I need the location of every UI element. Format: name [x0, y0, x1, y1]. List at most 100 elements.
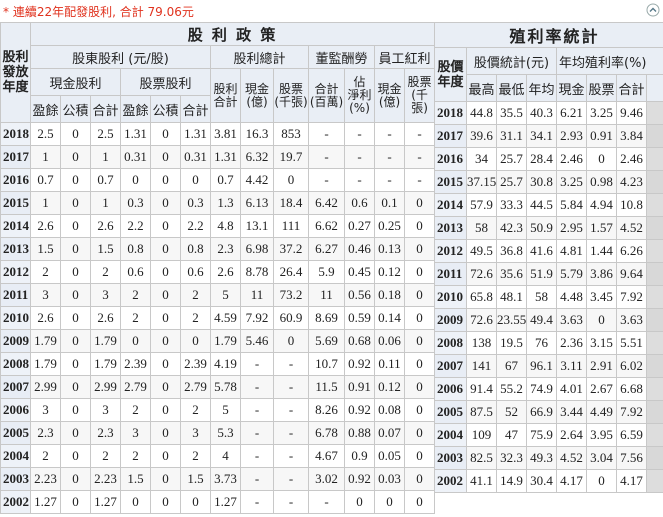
- table-row: 2017 39.6 31.1 34.1 2.93 0.91 3.84: [434, 124, 663, 148]
- table-cell: 16.3: [240, 122, 274, 146]
- table-row: 2010 2.6 0 2.6 2 0 2 4.59 7.92 60.9 8.69 0.59 0.14 0: [0, 306, 436, 330]
- table-row: 2016 0.7 0 0.7 0 0 0 0.7 4.42 0- - - -: [0, 168, 436, 192]
- table-cell: 2: [30, 444, 61, 468]
- table-cell: 7.92: [616, 400, 647, 424]
- table-cell: 3.25: [556, 170, 587, 194]
- row-year: 2006: [0, 398, 31, 422]
- table-cell: 0: [150, 260, 181, 284]
- table-cell: 4.67: [308, 444, 345, 468]
- row-year: 2005: [434, 400, 467, 424]
- table-cell: [645, 239, 663, 263]
- table-cell: 3.81: [210, 122, 241, 146]
- group-employee-bonus: 員工紅利: [373, 45, 436, 69]
- table-cell: 0: [60, 329, 91, 353]
- table-cell: 6.32: [240, 145, 274, 169]
- row-year: 2007: [0, 375, 31, 399]
- table-cell: 2.6: [210, 260, 241, 284]
- sub-cash-dividend: 現金股利: [30, 68, 121, 96]
- table-cell: 0: [60, 214, 91, 238]
- table-cell: 11.5: [308, 375, 345, 399]
- table-cell: 1: [90, 145, 121, 169]
- row-year: 2003: [0, 467, 31, 491]
- table-row: 2004 109 47 75.9 2.64 3.95 6.59: [434, 423, 663, 447]
- table-cell: 3.63: [556, 308, 587, 332]
- col-yield-cash: 現金: [556, 74, 587, 102]
- col-cash-total: 合計: [90, 95, 121, 123]
- table-cell: 4.23: [616, 170, 647, 194]
- table-cell: 0: [403, 283, 436, 307]
- table-cell: 2: [180, 283, 211, 307]
- table-cell: 0.59: [344, 306, 375, 330]
- table-cell: 2.6: [30, 214, 61, 238]
- table-row: 2009 72.6 23.55 49.4 3.63 0 3.63: [434, 308, 663, 332]
- table-cell: -: [403, 145, 436, 169]
- table-cell: 6.27: [308, 237, 345, 261]
- row-year: 2012: [434, 239, 467, 263]
- table-row: 2013 1.5 0 1.5 0.8 0 0.8 2.3 6.98 37.2 6.27 0.46 0.1…: [0, 237, 436, 261]
- collapse-up-icon[interactable]: [646, 3, 660, 17]
- table-cell: 18.4: [273, 191, 309, 215]
- table-cell: 0: [273, 168, 309, 192]
- table-cell: 34.1: [526, 124, 557, 148]
- yield-stats-table: 殖利率統計 股價 年度 股價統計(元) 年均殖利率(%) 最高 最低 年均 現金…: [433, 22, 663, 493]
- row-year: 2006: [434, 377, 467, 401]
- row-year: 2013: [434, 216, 467, 240]
- table-cell: 5.78: [210, 375, 241, 399]
- table-cell: 2.93: [556, 124, 587, 148]
- table-cell: [645, 101, 663, 125]
- table-cell: 67: [496, 354, 527, 378]
- table-cell: 7.92: [616, 285, 647, 309]
- table-row: 2003 2.23 0 2.23 1.5 0 1.5 3.73- -3.02 0.92 0.03 0: [0, 467, 436, 491]
- table-cell: 5.84: [556, 193, 587, 217]
- table-cell: -: [240, 490, 274, 514]
- table-cell: 0.03: [374, 467, 405, 491]
- table-row: 2008 138 19.5 76 2.36 3.15 5.51: [434, 331, 663, 355]
- table-cell: 3.86: [586, 262, 617, 286]
- table-cell: -: [403, 122, 436, 146]
- table-cell: 3.02: [308, 467, 345, 491]
- yield-table-body: 2018 44.8 35.5 40.3 6.21 3.25 9.46 2017 39.6 31.1…: [434, 101, 663, 493]
- table-cell: 25.7: [496, 147, 527, 171]
- table-cell: [645, 423, 663, 447]
- table-cell: 19.7: [273, 145, 309, 169]
- table-cell: -: [273, 490, 309, 514]
- table-cell: 4.42: [240, 168, 274, 192]
- table-cell: 58: [526, 285, 557, 309]
- table-cell: 0.6: [344, 191, 375, 215]
- table-cell: 0.3: [120, 191, 151, 215]
- table-cell: 0.7: [210, 168, 241, 192]
- table-cell: 5.46: [240, 329, 274, 353]
- row-year: 2016: [0, 168, 31, 192]
- table-cell: 0: [180, 329, 211, 353]
- col-stock-surplus: 盈餘: [120, 95, 151, 123]
- group-supervisor-remuneration: 董監酬勞: [308, 45, 375, 69]
- table-cell: 0: [273, 329, 309, 353]
- table-cell: 6.26: [616, 239, 647, 263]
- table-cell: 0: [374, 490, 405, 514]
- group-avg-yield: 年均殖利率(%): [555, 47, 663, 75]
- table-cell: 0: [403, 352, 436, 376]
- table-cell: 0: [150, 467, 181, 491]
- table-cell: 3: [120, 421, 151, 445]
- table-row: 2011 72.6 35.6 51.9 5.79 3.86 9.64: [434, 262, 663, 286]
- table-cell: 2: [180, 444, 211, 468]
- table-cell: 0: [403, 398, 436, 422]
- table-cell: 1.5: [120, 467, 151, 491]
- table-cell: 0.12: [374, 375, 405, 399]
- row-year: 2009: [0, 329, 31, 353]
- table-cell: 1.27: [30, 490, 61, 514]
- table-cell: 0: [180, 490, 211, 514]
- policy-table-body: 2018 2.5 0 2.5 1.31 0 1.31 3.81 16.3 853- - - -2017 1…: [0, 122, 436, 514]
- table-cell: 0: [403, 467, 436, 491]
- col-employee-cash: 現金 (億): [374, 68, 405, 123]
- row-year: 2016: [434, 147, 467, 171]
- table-cell: 0: [150, 122, 181, 146]
- table-cell: 0.08: [374, 398, 405, 422]
- table-cell: 111: [273, 214, 309, 238]
- table-row: 2011 3 0 3 2 0 2 5 11 73.2 11 0.56 0.18 0: [0, 283, 436, 307]
- table-cell: 0: [403, 214, 436, 238]
- row-year: 2014: [434, 193, 467, 217]
- table-cell: 0.8: [180, 237, 211, 261]
- table-cell: 0: [60, 168, 91, 192]
- table-cell: 0: [150, 352, 181, 376]
